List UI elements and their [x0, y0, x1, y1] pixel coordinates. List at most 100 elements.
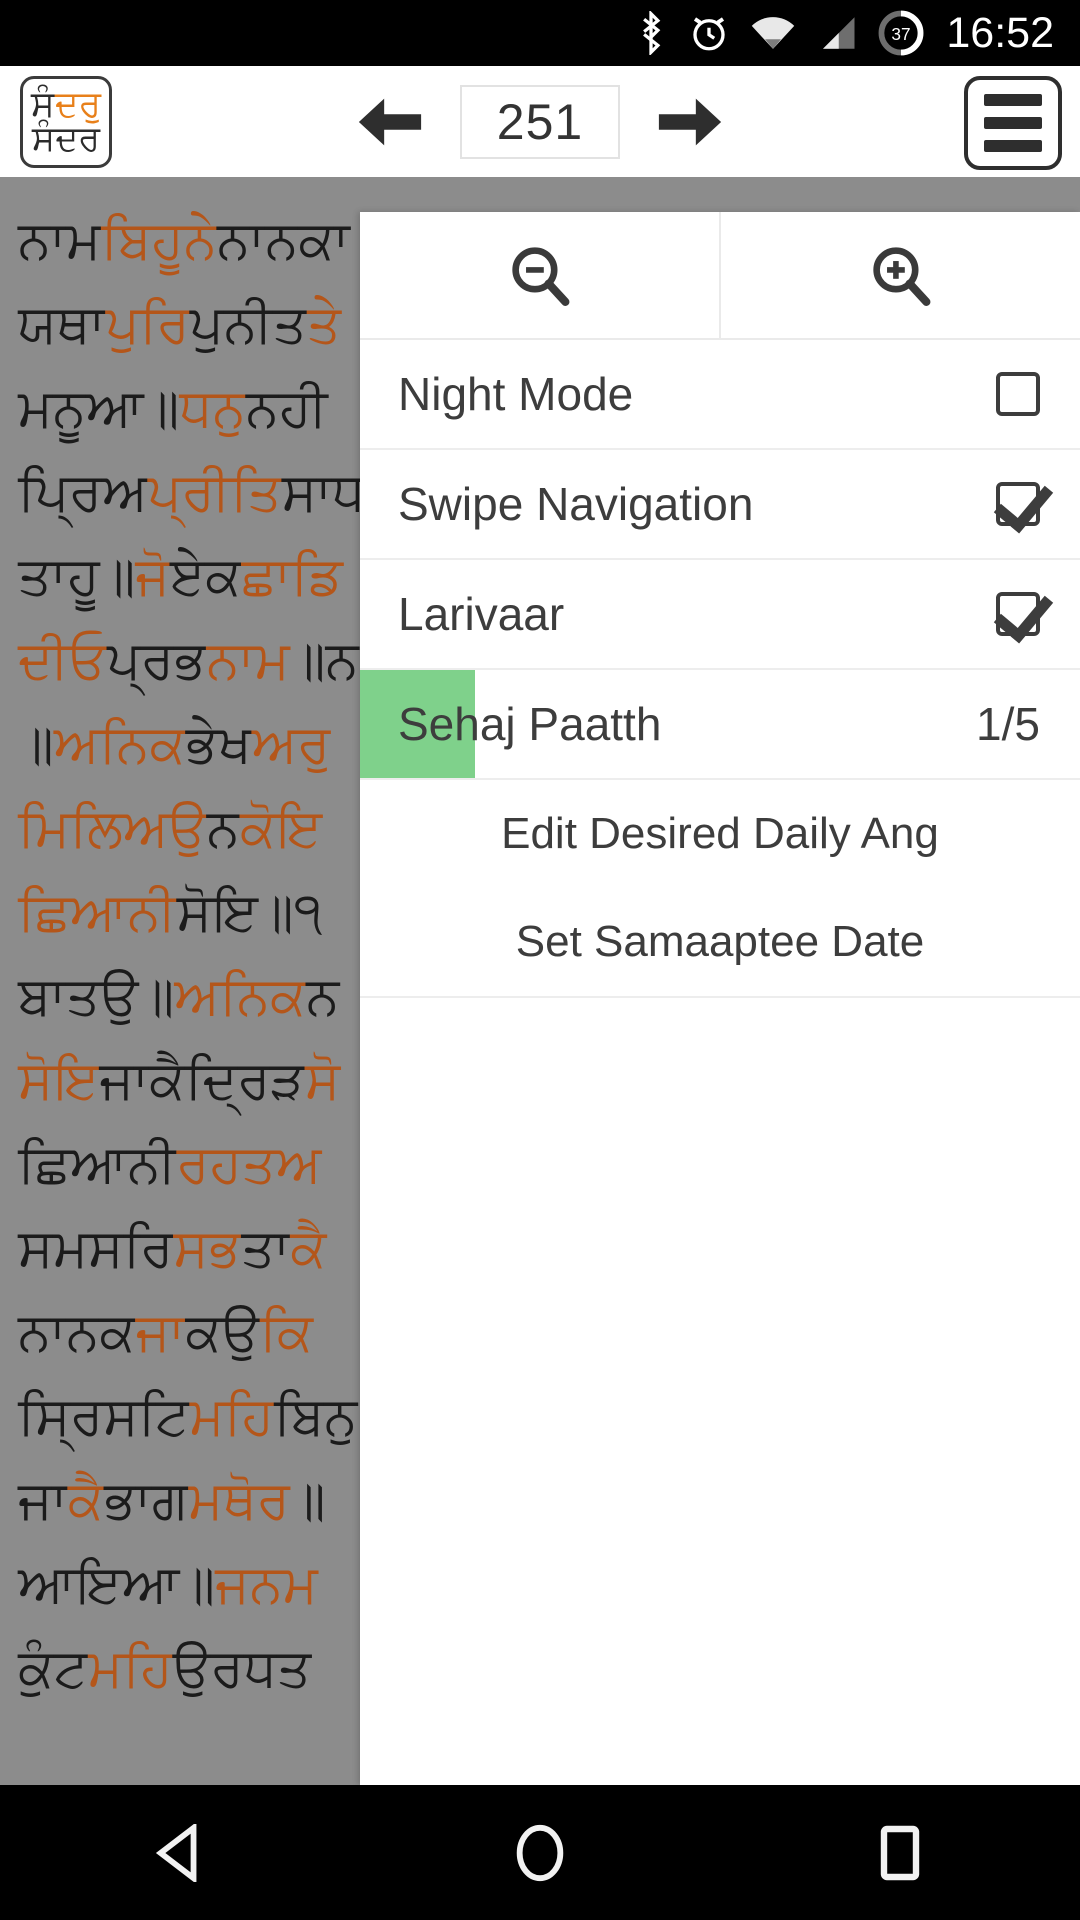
checkbox-checked-icon[interactable] [996, 592, 1040, 636]
gurbani-word: ਸੋਇ [18, 1050, 100, 1111]
gurbani-word: ਏਕ [169, 546, 242, 607]
gurbani-word: ਅਨਿਕ [53, 714, 186, 775]
ang-navigator: 251 [0, 66, 1080, 177]
zoom-in-icon [872, 247, 930, 306]
wifi-icon [750, 13, 796, 53]
gurbani-word: ਆਇਆ॥ [18, 1554, 216, 1615]
bluetooth-icon [634, 11, 668, 55]
menu-item-night-mode[interactable]: Night Mode [360, 340, 1080, 450]
zoom-in-button[interactable] [721, 212, 1080, 338]
status-bar-clock: 16:52 [946, 8, 1054, 57]
menu-item-label: Swipe Navigation [398, 478, 754, 530]
menu-bottom-divider [360, 996, 1080, 998]
menu-item-control[interactable]: 1/5 [976, 697, 1040, 751]
gurbani-word: ॥ਨ [289, 630, 359, 691]
gurbani-word: ਮਥੋਰ [188, 1470, 290, 1531]
zoom-out-button[interactable] [360, 212, 721, 338]
status-bar: 37 16:52 [0, 0, 1080, 66]
gurbani-word: ਜਾ [99, 1050, 150, 1111]
menu-item-sehaj-paatth[interactable]: Sehaj Paatth 1/5 [360, 670, 1080, 780]
menu-subitem-label: Edit Desired Daily Ang [501, 809, 939, 858]
hamburger-icon-bar-1 [984, 94, 1042, 106]
ang-number-value: 251 [496, 93, 584, 150]
gurbani-word: ਸੋਇ॥ [176, 882, 294, 943]
gurbani-word: ਮਿਲਿਅਉ [18, 798, 207, 859]
menu-item-swipe-navigation[interactable]: Swipe Navigation [360, 450, 1080, 560]
gurbani-word: ਕੈ [290, 1218, 327, 1279]
battery-percent-text: 37 [892, 24, 911, 44]
next-ang-button[interactable] [654, 86, 726, 158]
gurbani-word: ਕੁੰਟ [18, 1638, 89, 1699]
gurbani-word: ਪੁਰਿ [105, 294, 190, 355]
gurbani-word: ਦ੍ਰਿੜ [185, 1050, 305, 1111]
gurbani-word: ਜਨਮ [215, 1554, 318, 1615]
overflow-menu-button[interactable] [964, 76, 1062, 170]
cellular-signal-icon [816, 13, 858, 53]
gurbani-word: ਕੈ [149, 1050, 186, 1111]
menu-item-control[interactable] [996, 592, 1040, 636]
gurbani-word: ਨ [306, 966, 340, 1027]
menu-item-label: Larivaar [398, 588, 565, 640]
checkbox-unchecked-icon[interactable] [996, 372, 1040, 416]
back-triangle-icon [155, 1823, 197, 1882]
checkbox-checked-icon[interactable] [996, 482, 1040, 526]
gurbani-word: ਨਾਮ [18, 210, 102, 271]
nav-home-button[interactable] [465, 1785, 615, 1920]
menu-item-label: Night Mode [398, 368, 634, 420]
menu-sub-items-list: Edit Desired Daily Ang Set Samaaptee Date [360, 780, 1080, 996]
gurbani-word: ਮਨੂਆ॥ [18, 378, 180, 439]
gurbani-word: ਪੁਨੀਤ [189, 294, 307, 355]
gurbani-word: ੧ [293, 882, 323, 943]
gurbani-word: ਜਾ [135, 1302, 186, 1363]
menu-item-larivaar[interactable]: Larivaar [360, 560, 1080, 670]
gurbani-word: ਭਾਗ [103, 1470, 189, 1531]
zoom-out-icon [511, 247, 569, 306]
gurbani-word: ਭੇਖ [185, 714, 252, 775]
gurbani-word: ਨਾਨਕ [18, 1302, 136, 1363]
gurbani-word: ਅਰੁ [251, 714, 331, 775]
recents-square-icon [880, 1825, 920, 1880]
gurbani-word: ਮਹਿ [88, 1638, 173, 1699]
gurbani-word: ਪ੍ਰਿਅ [18, 462, 148, 523]
gurbani-word: ਸਭ [173, 1218, 242, 1279]
menu-item-label: Sehaj Paatth [398, 698, 662, 750]
gurbani-word: ਪ੍ਰਭ [107, 630, 207, 691]
gurbani-word: ਬਾਤਉ॥ [18, 966, 175, 1027]
gurbani-word: ਛਿਆਨੀ [18, 882, 177, 943]
gurbani-word: ਦੀਓ [18, 630, 107, 691]
menu-item-control[interactable] [996, 482, 1040, 526]
gurbani-word: ਮਹਿ [189, 1386, 275, 1447]
alarm-icon [688, 12, 730, 54]
gurbani-word: ਸ੍ਰਿਸਟਿ [18, 1386, 190, 1447]
status-icons: 37 [634, 10, 924, 56]
gurbani-word: ਤਾਹੂ॥ [18, 546, 136, 607]
gurbani-word: ਨਾਮ [206, 630, 290, 691]
sehaj-paatth-counter: 1/5 [976, 698, 1040, 750]
gurbani-word: ਬਿਨੁ [274, 1386, 358, 1447]
gurbani-word: ਤੇ [306, 294, 341, 355]
gurbani-word: ਰਹਤਅ [176, 1134, 322, 1195]
ang-number-field[interactable]: 251 [460, 84, 620, 159]
gurbani-word: ਛਿਆਨੀ [18, 1134, 177, 1195]
previous-ang-button[interactable] [354, 86, 426, 158]
gurbani-word: ਯਥਾ [18, 294, 106, 355]
menu-item-control[interactable] [996, 372, 1040, 416]
nav-back-button[interactable] [105, 1785, 255, 1920]
gurbani-word: ਕੈ [67, 1470, 104, 1531]
gurbani-word: ਛਾਡਿ [241, 546, 343, 607]
gurbani-word: ਬਿਹੂਨੇ [101, 210, 217, 271]
menu-subitem-label: Set Samaaptee Date [515, 917, 925, 966]
gurbani-word: ਪ੍ਰੀਤਿ [147, 462, 282, 523]
menu-items-list: Night Mode Swipe Navigation Larivaar Sehaj … [360, 340, 1080, 780]
gurbani-word: ਸਮਸਰਿ [18, 1218, 174, 1279]
overflow-menu-panel: Night Mode Swipe Navigation Larivaar Sehaj … [360, 212, 1080, 1785]
zoom-controls-row [360, 212, 1080, 340]
gurbani-word: ਨਾਨਕਾ [216, 210, 350, 271]
gurbani-word: ਨਹੀ [245, 378, 328, 439]
gurbani-word: ਅਨਿਕ [174, 966, 307, 1027]
gurbani-word: ਸੋ [304, 1050, 341, 1111]
menu-subitem-edit-desired-daily-ang[interactable]: Edit Desired Daily Ang [360, 780, 1080, 888]
gurbani-word: ਕਿ [259, 1302, 314, 1363]
menu-subitem-set-samaaptee-date[interactable]: Set Samaaptee Date [360, 888, 1080, 996]
nav-recents-button[interactable] [825, 1785, 975, 1920]
